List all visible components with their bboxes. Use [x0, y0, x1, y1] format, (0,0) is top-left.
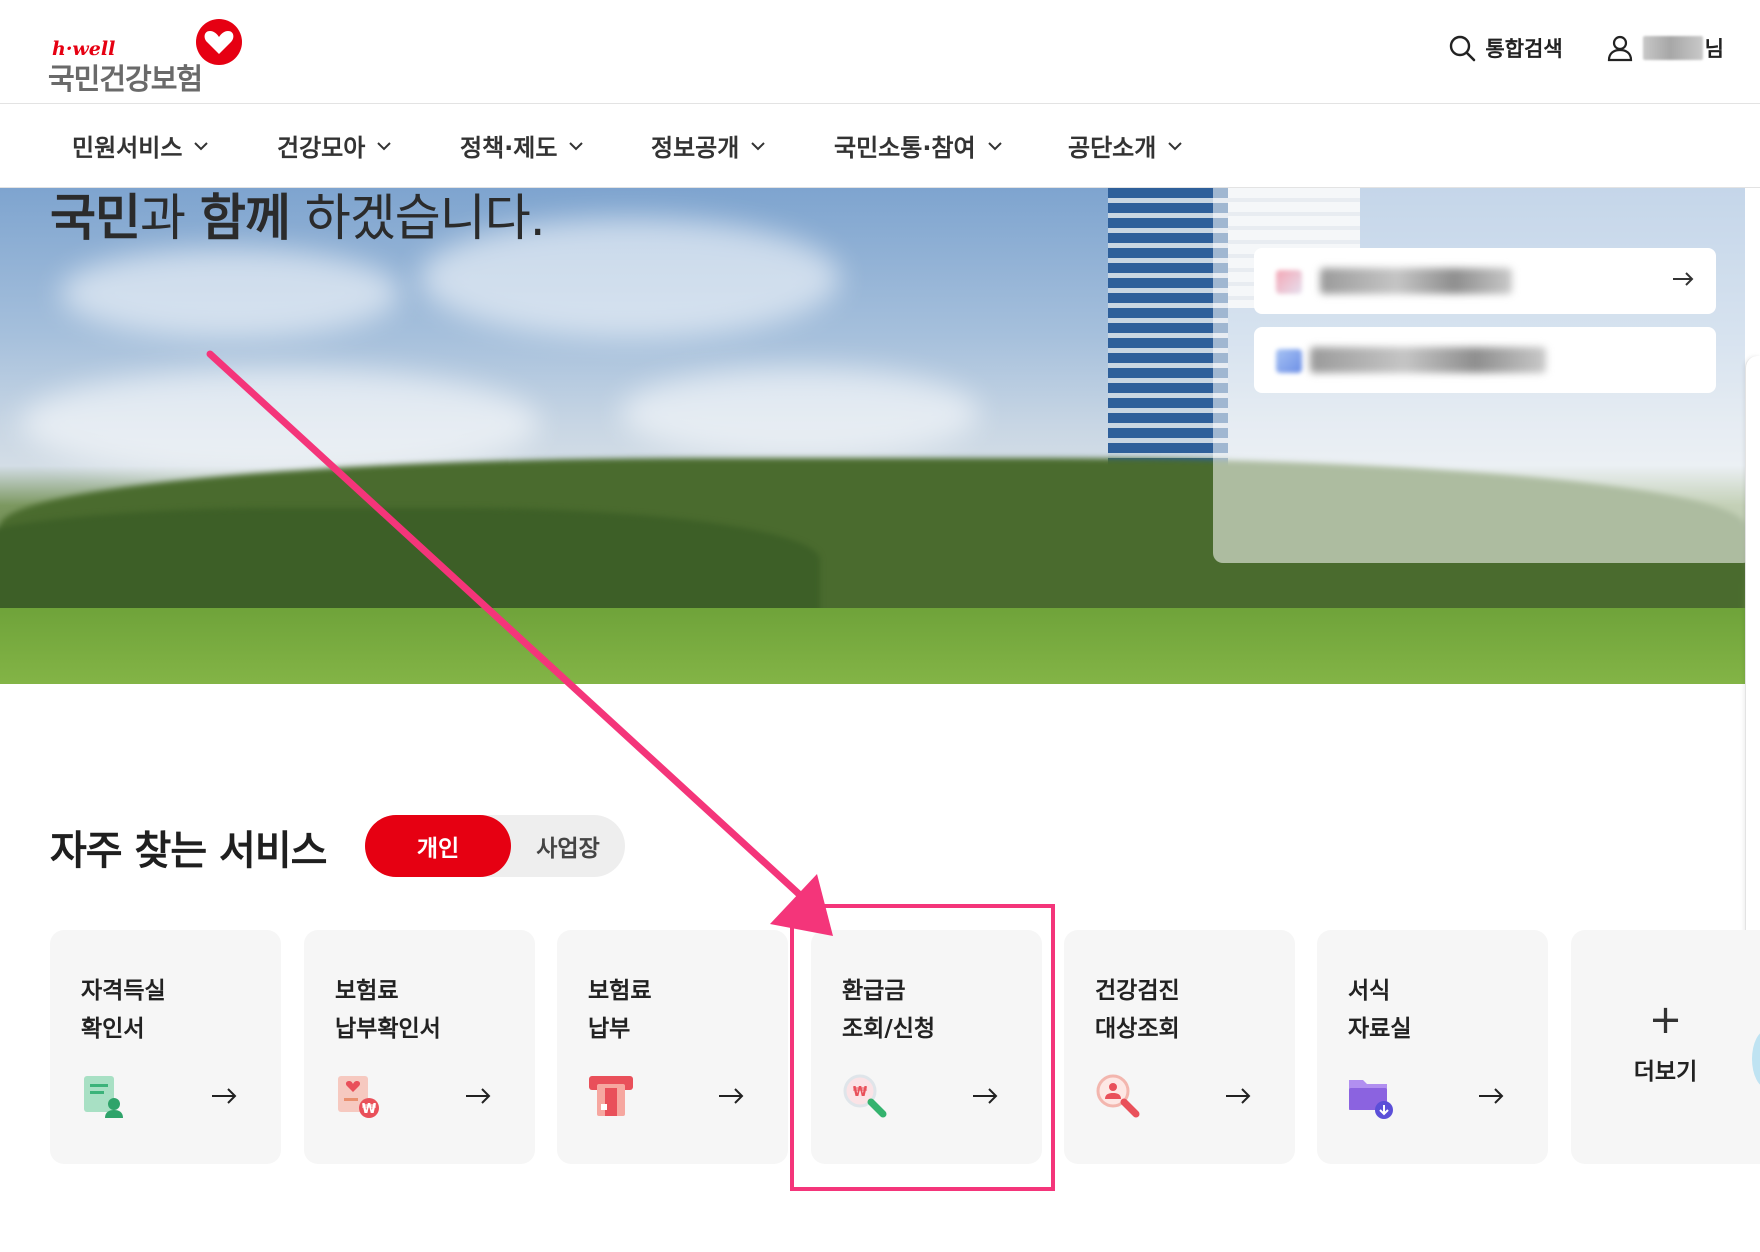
arrow-right-icon: [1673, 272, 1694, 286]
nav-label: 국민소통·참여: [834, 134, 976, 162]
arrow-right-icon: [719, 1088, 744, 1104]
service-card-eligibility-certificate[interactable]: 자격득실 확인서: [50, 930, 281, 1164]
hero-title-part: 함께: [199, 189, 291, 247]
nav-label: 공단소개: [1068, 134, 1157, 162]
user-name: 님: [1642, 33, 1724, 63]
service-card-payment-certificate[interactable]: 보험료 납부확인서 ₩: [304, 930, 535, 1164]
service-type-toggle: 개인 사업장: [365, 815, 625, 877]
service-card-premium-payment[interactable]: 보험료 납부: [557, 930, 788, 1164]
hero-title-part: 하겠습니다.: [289, 189, 546, 247]
site-header: h·well 국민건강보험 통합검색 님: [0, 0, 1760, 104]
annotation-highlight-box: [790, 904, 1055, 1191]
payment-certificate-icon: ₩: [338, 1076, 379, 1118]
chevron-down-icon: [987, 141, 1002, 150]
redacted-text: [1310, 347, 1546, 373]
nav-item-civil-service[interactable]: 민원서비스: [72, 128, 210, 163]
arrow-right-icon: [466, 1088, 491, 1104]
redacted-username: [1642, 36, 1703, 60]
hero-headline: 국민과 함께 하겠습니다.: [50, 188, 546, 250]
user-icon: [1607, 35, 1632, 62]
search-label: 통합검색: [1485, 37, 1563, 61]
service-label: 보험료 납부: [588, 978, 652, 1042]
nav-label: 건강모아: [277, 134, 366, 162]
nav-label: 정보공개: [651, 134, 740, 162]
nav-item-policy[interactable]: 정책·제도: [460, 128, 585, 163]
nav-label: 정책·제도: [460, 134, 558, 162]
service-card-health-checkup[interactable]: 건강검진 대상조회: [1064, 930, 1295, 1164]
nav-label: 민원서비스: [72, 134, 183, 162]
tab-business[interactable]: 사업장: [511, 815, 625, 877]
service-label: 자격득실 확인서: [81, 978, 166, 1042]
checkup-search-icon: [1096, 1074, 1140, 1118]
heart-logo-icon: [196, 19, 242, 65]
nav-item-about[interactable]: 공단소개: [1068, 128, 1184, 163]
redacted-icon: [1276, 270, 1302, 294]
redacted-text: [1320, 268, 1512, 294]
certificate-icon: [84, 1076, 123, 1118]
chevron-down-icon: [569, 141, 584, 150]
arrow-right-icon: [212, 1088, 237, 1104]
chevron-down-icon: [751, 141, 766, 150]
service-label: 건강검진 대상조회: [1095, 978, 1180, 1042]
service-label: 보험료 납부확인서: [335, 978, 441, 1042]
chevron-down-icon: [194, 141, 209, 150]
nav-item-health-moa[interactable]: 건강모아: [277, 128, 393, 163]
chevron-down-icon: [1168, 141, 1183, 150]
user-menu-button[interactable]: 님: [1605, 33, 1724, 63]
integrated-search-button[interactable]: 통합검색: [1447, 33, 1563, 63]
tab-personal[interactable]: 개인: [365, 815, 511, 877]
chevron-down-icon: [377, 141, 392, 150]
cloud: [60, 248, 400, 338]
nav-item-info-disclosure[interactable]: 정보공개: [651, 128, 767, 163]
arrow-right-icon: [1226, 1088, 1251, 1104]
nhis-logo[interactable]: h·well 국민건강보험: [48, 18, 248, 96]
side-quick-menu[interactable]: [1745, 356, 1760, 966]
more-label: 더보기: [1633, 1059, 1698, 1085]
plus-icon: +: [1648, 997, 1683, 1043]
cloud: [620, 368, 980, 458]
nav-item-participation[interactable]: 국민소통·참여: [834, 128, 1004, 163]
hero-quick-link-2[interactable]: [1254, 327, 1716, 393]
service-card-form-library[interactable]: 서식 자료실: [1317, 930, 1548, 1164]
frequent-services-title: 자주 찾는 서비스: [50, 828, 327, 874]
card-payment-icon: [589, 1076, 633, 1116]
search-icon: [1450, 35, 1476, 62]
grass-field: [0, 608, 1745, 684]
hero-title-part: 과: [140, 189, 200, 247]
svg-text:₩: ₩: [362, 1102, 377, 1117]
arrow-right-icon: [1479, 1088, 1504, 1104]
user-suffix: 님: [1704, 37, 1724, 61]
service-label: 서식 자료실: [1348, 978, 1412, 1042]
redacted-icon: [1276, 349, 1302, 373]
hero-quick-link-1[interactable]: [1254, 248, 1716, 314]
more-services-card[interactable]: + 더보기: [1571, 930, 1760, 1164]
hero-title-part: 국민: [50, 189, 141, 247]
main-navigation: 민원서비스 건강모아 정책·제도 정보공개 국민소통·참여 공단소개: [0, 104, 1760, 188]
logo-title: 국민건강보험: [48, 62, 203, 96]
folder-download-icon: [1349, 1080, 1393, 1119]
